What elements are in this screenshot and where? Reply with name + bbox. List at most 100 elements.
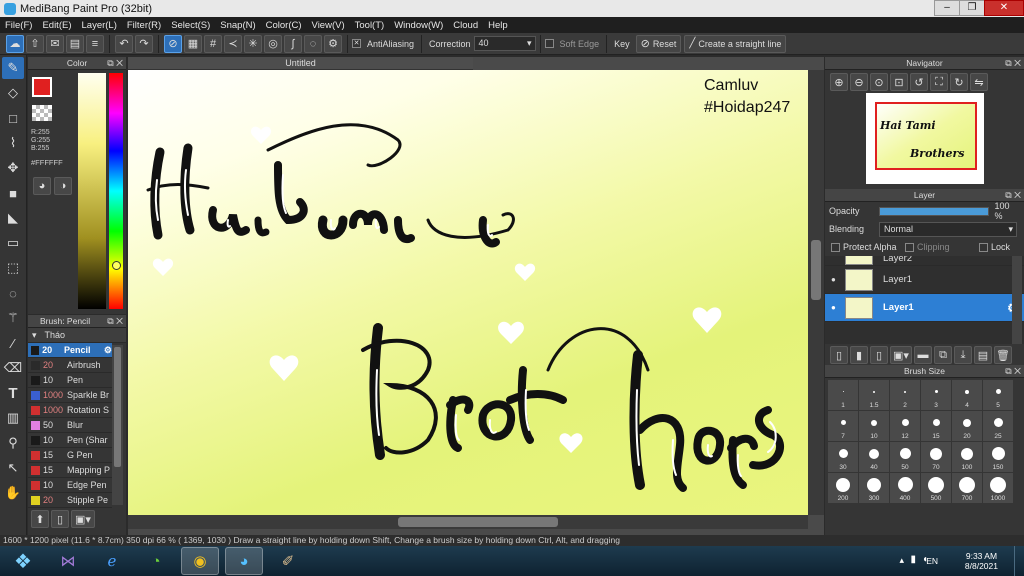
correction-select[interactable]: 40 ▾ [473,36,536,51]
scrollbar-thumb[interactable] [114,347,121,467]
brush-size-cell[interactable]: 100 [952,442,982,472]
menu-cloud[interactable]: Cloud [448,20,483,31]
chrome-icon[interactable]: ◉ [181,547,219,575]
comment-icon[interactable]: ✉ [46,34,64,53]
fit-screen-icon[interactable]: ⛶ [930,73,948,91]
menu-filter[interactable]: Filter(R) [122,20,166,31]
brush-size-cell[interactable]: 150 [983,442,1013,472]
internet-explorer-icon[interactable]: ℯ [93,547,131,575]
color-saturation-field[interactable] [78,73,106,309]
network-icon[interactable]: ▮ [910,554,916,565]
brush-item[interactable]: 10 Pen [28,373,112,388]
blending-select[interactable]: Normal ▾ [879,221,1017,237]
brush-item[interactable]: 1000 Rotation S [28,403,112,418]
brush-item[interactable]: 20 Airbrush [28,358,112,373]
add-layer-menu-icon[interactable]: ▣▾ [890,346,912,364]
volume-icon[interactable]: ◖ [922,554,928,565]
select-rect-icon[interactable]: ⬚ [2,257,24,279]
brush-size-cell[interactable]: 1 [828,380,858,410]
gear-icon[interactable]: ⚙ [104,345,112,356]
text-tool-icon[interactable]: T [2,382,24,404]
grid-snap-icon[interactable]: # [204,34,222,53]
new-8bit-layer-icon[interactable]: ▯ [870,346,888,364]
move-tool-icon[interactable]: ✥ [2,157,24,179]
operation-tool-icon[interactable]: ↖ [2,457,24,479]
document-icon[interactable]: ▤ [66,34,84,53]
new-layer-icon[interactable]: ▯ [830,346,848,364]
navigator-preview[interactable]: Hai Tami Brothers [866,93,984,184]
circle-snap-icon[interactable]: ◌ [304,34,322,53]
brush-size-cell[interactable]: 20 [952,411,982,441]
zoom-out-icon[interactable]: ⊖ [850,73,868,91]
rectangle-tool-icon[interactable]: □ [2,107,24,129]
color-picker-icon[interactable]: ◑ [54,177,72,195]
show-desktop-button[interactable] [1014,546,1024,576]
fill-shape-tool-icon[interactable]: ■ [2,182,24,204]
divide-tool-icon[interactable]: ▥ [2,407,24,429]
restore-button[interactable]: ❐ [959,0,985,16]
menu-layer[interactable]: Layer(L) [77,20,122,31]
panel-close-icon[interactable]: ⧉ ✕ [1005,189,1021,202]
brush-size-cell[interactable]: 40 [859,442,889,472]
start-button-icon[interactable]: ❖ [3,547,43,575]
folder-icon[interactable]: ▬ [914,346,932,364]
trash-icon[interactable]: 🗑 [994,346,1012,364]
brush-size-cell[interactable]: 25 [983,411,1013,441]
brush-size-cell[interactable]: 500 [921,473,951,503]
snap-off-icon[interactable]: ⊘ [164,34,182,53]
brush-size-cell[interactable]: 300 [859,473,889,503]
coc-coc-browser-icon[interactable]: ◔ [137,547,175,575]
menu-help[interactable]: Help [483,20,513,31]
reset-button[interactable]: ⊘ Reset [635,34,682,53]
vanishing-snap-icon[interactable]: ≺ [224,34,242,53]
brush-size-cell[interactable]: 400 [890,473,920,503]
scrollbar-thumb[interactable] [398,517,558,527]
gradient-tool-icon[interactable]: ▭ [2,232,24,254]
eyedropper-tool-icon[interactable]: ⚲ [2,432,24,454]
menu-window[interactable]: Window(W) [389,20,448,31]
panel-close-icon[interactable]: ⧉ ✕ [1005,365,1021,378]
hand-tool-icon[interactable]: ✋ [2,482,24,504]
medibang-taskbar-icon[interactable]: ◕ [225,547,263,575]
brush-size-cell[interactable]: 700 [952,473,982,503]
panel-close-icon[interactable]: ⧉ ✕ [1005,57,1021,70]
lock-checkbox[interactable] [979,242,988,252]
brush-item-selected[interactable]: 20 Pencil ⚙ [28,343,112,358]
panel-close-icon[interactable]: ⧉ ✕ [107,57,123,70]
layer-row[interactable]: Layer2 [825,256,1024,266]
brush-item[interactable]: 20 Stipple Pe [28,493,112,508]
visual-studio-icon[interactable]: ⋈ [49,547,87,575]
fit-icon[interactable]: ⊡ [890,73,908,91]
palette-icon[interactable]: ◕ [33,177,51,195]
brush-menu-icon[interactable]: ▣▾ [71,510,95,528]
parallel-snap-icon[interactable]: ▦ [184,34,202,53]
soft-edge-checkbox[interactable] [544,39,554,48]
hue-slider-handle[interactable] [112,261,121,270]
merge-down-icon[interactable]: ⤓ [954,346,972,364]
protect-alpha-checkbox[interactable] [831,242,840,252]
document-tab[interactable]: Untitled [128,57,473,70]
panel-close-icon[interactable]: ⧉ ✕ [107,315,123,328]
cloud-icon[interactable]: ☁ [6,34,24,53]
eye-icon[interactable]: ● [831,303,841,312]
brush-item[interactable]: 10 Pen (Shar [28,433,112,448]
brush-size-cell[interactable]: 1000 [983,473,1013,503]
brush-list-scrollbar[interactable] [112,345,123,505]
bucket-tool-icon[interactable]: ◣ [2,207,24,229]
dot-tool-icon[interactable]: ⌇ [2,132,24,154]
rotate-right-icon[interactable]: ↻ [950,73,968,91]
menu-color[interactable]: Color(C) [261,20,307,31]
brush-size-cell[interactable]: 50 [890,442,920,472]
brush-tool-icon[interactable]: ✎ [2,57,24,79]
brush-item[interactable]: 15 G Pen [28,448,112,463]
scrollbar-thumb[interactable] [811,240,821,300]
vertical-scrollbar[interactable] [808,70,824,515]
brush-item[interactable]: 1000 Sparkle Br [28,388,112,403]
brush-group-header[interactable]: ▾ Tháo [28,328,126,343]
layer-list-scrollbar[interactable] [1012,256,1022,344]
transparent-swatch[interactable] [32,105,52,121]
brush-size-cell[interactable]: 1.5 [859,380,889,410]
add-brush-icon[interactable]: ⬆ [31,510,49,528]
brush-size-cell[interactable]: 2 [890,380,920,410]
rotate-left-icon[interactable]: ↺ [910,73,928,91]
